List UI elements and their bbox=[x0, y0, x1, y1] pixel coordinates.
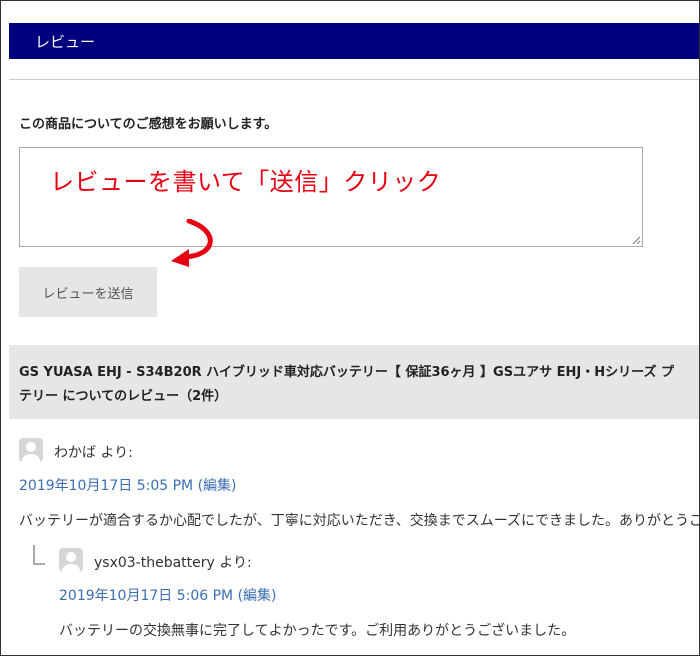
comment-author: わかば より: bbox=[54, 445, 133, 461]
reviews-heading-line1: GS YUASA EHJ - S34B20R ハイブリッド車対応バッテリー【 保… bbox=[19, 365, 674, 380]
reply-indicator bbox=[33, 545, 45, 565]
page-title: レビュー bbox=[35, 32, 96, 51]
reply-date-row: 2019年10月17日 5:06 PM (編集) bbox=[59, 585, 277, 605]
user-icon bbox=[22, 442, 40, 462]
avatar bbox=[19, 438, 43, 462]
annotation-text: レビューを書いて「送信」クリック bbox=[50, 168, 442, 196]
curved-arrow-icon bbox=[171, 219, 213, 267]
reply-edit-link[interactable]: (編集) bbox=[238, 588, 277, 604]
comment-date-link[interactable]: 2019年10月17日 5:05 PM bbox=[19, 478, 193, 494]
resize-grip-icon[interactable] bbox=[631, 235, 641, 245]
comment-date-row: 2019年10月17日 5:05 PM (編集) bbox=[19, 475, 237, 495]
reply-author: ysx03-thebattery より: bbox=[94, 555, 252, 571]
divider bbox=[9, 79, 699, 80]
page-title-bar: レビュー bbox=[9, 23, 699, 59]
review-prompt: この商品についてのご感想をお願いします。 bbox=[19, 117, 278, 132]
page-frame: レビュー この商品についてのご感想をお願いします。 レビューを書いて「送信」クリ… bbox=[0, 0, 700, 656]
reviews-heading: GS YUASA EHJ - S34B20R ハイブリッド車対応バッテリー【 保… bbox=[9, 345, 699, 419]
comment-text: バッテリーが適合するか心配でしたが、丁寧に対応いただき、交換までスムーズにできま… bbox=[19, 513, 700, 529]
review-textarea[interactable]: レビューを書いて「送信」クリック bbox=[19, 147, 643, 247]
reply-date-link[interactable]: 2019年10月17日 5:06 PM bbox=[59, 588, 233, 604]
user-icon bbox=[62, 552, 80, 572]
avatar bbox=[59, 548, 83, 572]
reviews-heading-line2: テリー についてのレビュー（2件） bbox=[19, 389, 228, 404]
reply-text: バッテリーの交換無事に完了してよかったです。ご利用ありがとうございました。 bbox=[59, 623, 576, 639]
submit-review-button[interactable]: レビューを送信 bbox=[19, 267, 157, 317]
comment-edit-link[interactable]: (編集) bbox=[198, 478, 237, 494]
